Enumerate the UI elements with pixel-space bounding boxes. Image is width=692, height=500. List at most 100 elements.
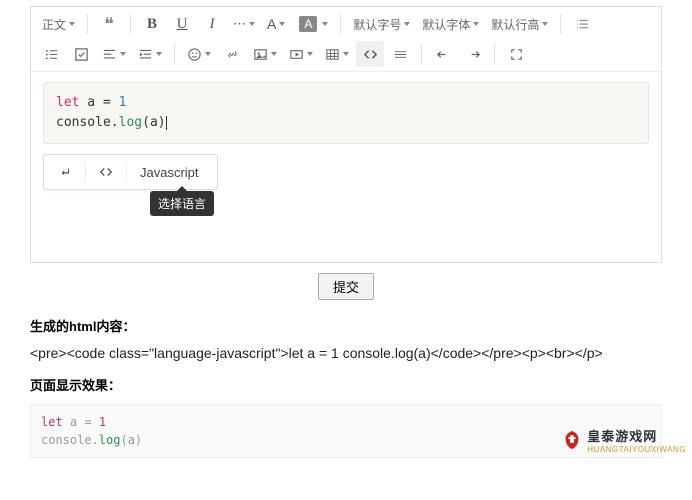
html-output-text: <pre><code class="language-javascript">l…: [30, 345, 662, 361]
image-icon: [253, 47, 268, 62]
divider-button[interactable]: [386, 41, 414, 67]
toolbar: 正文 ❝ B U I ⋯ A A 默认字号 默认字体 默认行高: [31, 7, 661, 72]
watermark-main: 皇泰游戏网: [587, 426, 686, 445]
keyword: let: [41, 415, 63, 429]
font-size-button[interactable]: 默认字号: [348, 11, 415, 37]
editor-spacer: [43, 190, 649, 250]
undo-icon: [436, 47, 451, 62]
code-text: =: [103, 95, 119, 110]
language-tooltip: 选择语言: [150, 191, 214, 216]
function-name: log: [119, 115, 142, 130]
separator: [87, 14, 88, 34]
indent-icon: [138, 47, 153, 62]
separator: [174, 44, 175, 64]
emoji-icon: [187, 47, 202, 62]
language-select-button[interactable]: Javascript: [130, 158, 213, 186]
font-family-button[interactable]: 默认字体: [417, 11, 484, 37]
render-line-2: console.log(a): [41, 431, 651, 449]
code-block-toolbar: Javascript 选择语言: [43, 154, 218, 190]
watermark-text: 皇泰游戏网 HUANGTAIYOUXIWANG: [587, 426, 686, 454]
link-icon: [225, 47, 240, 62]
todo-icon: [74, 47, 89, 62]
submit-row: 提交: [0, 273, 692, 300]
table-icon: [325, 47, 340, 62]
function-name: log: [99, 433, 121, 447]
undo-button[interactable]: [429, 41, 457, 67]
separator: [560, 14, 561, 34]
ordered-list-icon: [575, 17, 590, 32]
watermark: 皇泰游戏网 HUANGTAIYOUXIWANG: [561, 426, 686, 454]
bold-button[interactable]: B: [138, 11, 166, 37]
code-text: ): [158, 115, 166, 130]
separator: [340, 14, 341, 34]
toolbar-row-2: [37, 41, 655, 67]
enter-icon: [58, 165, 72, 179]
keyword: let: [56, 95, 79, 110]
underline-button[interactable]: U: [168, 11, 196, 37]
code-block-button[interactable]: [356, 41, 384, 67]
font-size-label: 默认字号: [353, 16, 401, 33]
image-button[interactable]: [248, 41, 282, 67]
todo-list-button[interactable]: [67, 41, 95, 67]
italic-button[interactable]: I: [198, 11, 226, 37]
code-line-1: let a = 1: [56, 93, 636, 113]
separator: [421, 44, 422, 64]
watermark-logo-icon: [561, 429, 583, 451]
font-family-label: 默认字体: [422, 16, 470, 33]
paragraph-format-button[interactable]: 正文: [37, 11, 80, 37]
code-text: a: [79, 95, 102, 110]
letter-a: A: [267, 16, 276, 32]
align-icon: [102, 47, 117, 62]
toolbar-row-1: 正文 ❝ B U I ⋯ A A 默认字号 默认字体 默认行高: [37, 11, 655, 37]
separator: [494, 44, 495, 64]
toggle-code-button[interactable]: [89, 158, 123, 186]
align-button[interactable]: [97, 41, 131, 67]
font-color-button[interactable]: A: [262, 11, 290, 37]
separator: [130, 14, 131, 34]
fullscreen-icon: [509, 47, 524, 62]
paragraph-format-label: 正文: [42, 16, 66, 33]
indent-button[interactable]: [133, 41, 167, 67]
ordered-list-button[interactable]: [568, 11, 596, 37]
separator: [85, 162, 86, 182]
emoji-button[interactable]: [182, 41, 216, 67]
code-icon: [99, 165, 113, 179]
redo-icon: [466, 47, 481, 62]
text-cursor: [166, 116, 167, 130]
fullscreen-button[interactable]: [502, 41, 530, 67]
number-literal: 1: [99, 415, 106, 429]
number-literal: 1: [119, 95, 127, 110]
language-label: Javascript: [140, 165, 199, 180]
code-text: console.: [56, 115, 119, 130]
html-output-title: 生成的html内容：: [30, 316, 662, 335]
line-height-button[interactable]: 默认行高: [486, 11, 553, 37]
submit-button[interactable]: 提交: [318, 273, 374, 300]
code-text: console.: [41, 433, 99, 447]
bg-color-button[interactable]: A: [292, 11, 333, 37]
video-icon: [289, 47, 304, 62]
code-text: a =: [63, 415, 99, 429]
code-block[interactable]: let a = 1 console.log(a): [43, 82, 649, 144]
divider-icon: [393, 47, 408, 62]
watermark-sub: HUANGTAIYOUXIWANG: [587, 445, 686, 454]
blockquote-button[interactable]: ❝: [95, 11, 123, 37]
box-a: A: [299, 16, 317, 32]
code-text: (a): [120, 433, 142, 447]
code-text: (: [142, 115, 150, 130]
code-text: a: [150, 115, 158, 130]
more-label: ⋯: [233, 16, 246, 32]
table-button[interactable]: [320, 41, 354, 67]
editor-container: 正文 ❝ B U I ⋯ A A 默认字号 默认字体 默认行高: [30, 6, 662, 263]
separator: [126, 162, 127, 182]
render-output-title: 页面显示效果：: [30, 375, 662, 394]
code-icon: [363, 47, 378, 62]
video-button[interactable]: [284, 41, 318, 67]
line-height-label: 默认行高: [491, 16, 539, 33]
redo-button[interactable]: [459, 41, 487, 67]
render-line-1: let a = 1: [41, 413, 651, 431]
editor-body[interactable]: let a = 1 console.log(a) Javascript 选择语言: [31, 72, 661, 262]
newline-button[interactable]: [48, 158, 82, 186]
more-formats-button[interactable]: ⋯: [228, 11, 260, 37]
link-button[interactable]: [218, 41, 246, 67]
unordered-list-button[interactable]: [37, 41, 65, 67]
